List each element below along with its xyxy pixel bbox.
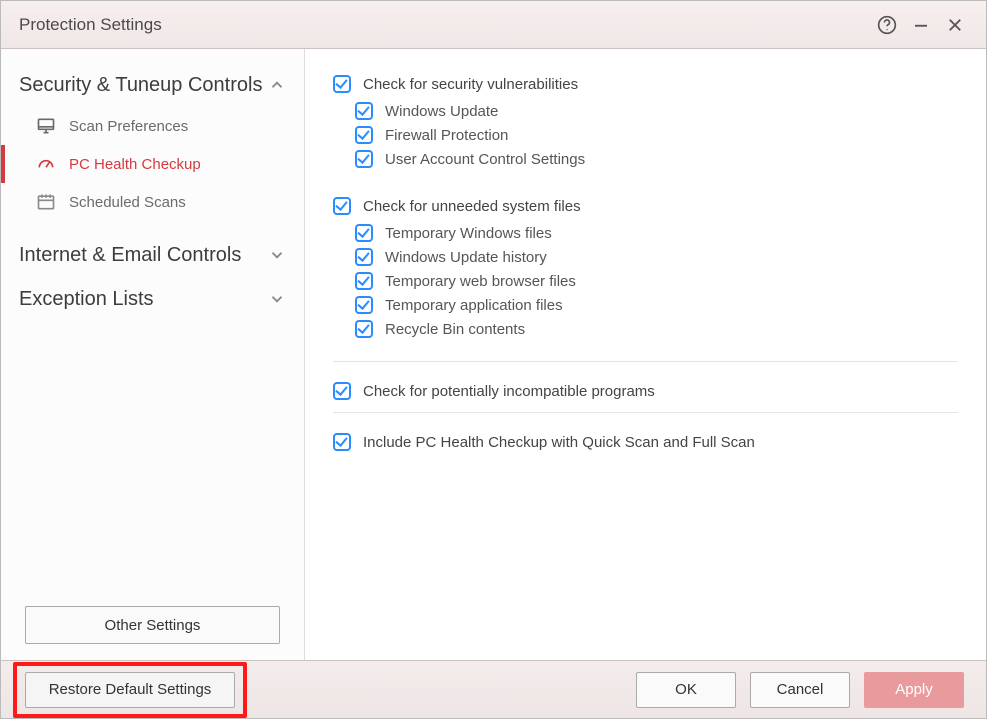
chevron-down-icon [268,290,286,308]
checkbox-security-vulnerabilities[interactable] [333,75,351,93]
checkbox-label: Temporary web browser files [385,273,576,290]
checkbox-row: Firewall Protection [333,123,958,147]
sidebar-item-scheduled-scans[interactable]: Scheduled Scans [1,183,304,221]
sidebar: Security & Tuneup Controls Scan Preferen… [1,49,305,660]
checkbox-row: Windows Update history [333,245,958,269]
group-unneeded-files: Check for unneeded system files Temporar… [333,191,958,353]
chevron-down-icon [268,246,286,264]
divider [333,361,958,362]
checkbox-label: Firewall Protection [385,127,508,144]
gauge-icon [33,153,59,175]
checkbox-uac-settings[interactable] [355,150,373,168]
checkbox-unneeded-files[interactable] [333,197,351,215]
monitor-icon [33,115,59,137]
sidebar-item-scan-preferences[interactable]: Scan Preferences [1,107,304,145]
checkbox-label: Check for security vulnerabilities [363,76,578,93]
checkbox-row: Temporary web browser files [333,269,958,293]
checkbox-temp-windows-files[interactable] [355,224,373,242]
restore-defaults-highlight: Restore Default Settings [13,662,247,718]
group-security-vulnerabilities: Check for security vulnerabilities Windo… [333,69,958,183]
checkbox-label: Temporary application files [385,297,563,314]
calendar-icon [33,191,59,213]
checkbox-label: Recycle Bin contents [385,321,525,338]
checkbox-windows-update-history[interactable] [355,248,373,266]
ok-button[interactable]: OK [636,672,736,708]
checkbox-row: Check for security vulnerabilities [333,69,958,99]
sidebar-section-internet-email[interactable]: Internet & Email Controls [1,233,304,277]
checkbox-label: Check for unneeded system files [363,198,581,215]
sidebar-section-security-tuneup[interactable]: Security & Tuneup Controls [1,63,304,107]
sidebar-item-label: PC Health Checkup [69,156,201,173]
main-panel: Check for security vulnerabilities Windo… [305,49,986,660]
checkbox-temp-app-files[interactable] [355,296,373,314]
sidebar-item-label: Scan Preferences [69,118,188,135]
checkbox-label: Windows Update history [385,249,547,266]
sidebar-section-title: Internet & Email Controls [19,243,268,267]
checkbox-row: Check for unneeded system files [333,191,958,221]
sidebar-section-title: Security & Tuneup Controls [19,73,268,97]
checkbox-temp-browser-files[interactable] [355,272,373,290]
checkbox-row: Check for potentially incompatible progr… [333,376,958,406]
checkbox-label: Temporary Windows files [385,225,552,242]
window: Protection Settings Security & Tuneup Co… [0,0,987,719]
sidebar-section-title: Exception Lists [19,287,268,311]
restore-defaults-button[interactable]: Restore Default Settings [25,672,235,708]
checkbox-row: Recycle Bin contents [333,317,958,341]
checkbox-include-health-checkup[interactable] [333,433,351,451]
apply-button[interactable]: Apply [864,672,964,708]
checkbox-label: User Account Control Settings [385,151,585,168]
sidebar-item-pc-health-checkup[interactable]: PC Health Checkup [1,145,304,183]
checkbox-recycle-bin[interactable] [355,320,373,338]
minimize-icon [912,16,930,34]
checkbox-label: Include PC Health Checkup with Quick Sca… [363,434,755,451]
checkbox-windows-update[interactable] [355,102,373,120]
close-button[interactable] [938,8,972,42]
other-settings-button[interactable]: Other Settings [25,606,280,644]
body: Security & Tuneup Controls Scan Preferen… [1,49,986,660]
checkbox-row: Include PC Health Checkup with Quick Sca… [333,427,958,457]
checkbox-label: Windows Update [385,103,498,120]
minimize-button[interactable] [904,8,938,42]
checkbox-row: User Account Control Settings [333,147,958,171]
help-icon [877,15,897,35]
cancel-button[interactable]: Cancel [750,672,850,708]
chevron-up-icon [268,76,286,94]
checkbox-row: Windows Update [333,99,958,123]
checkbox-label: Check for potentially incompatible progr… [363,383,655,400]
footer: Restore Default Settings OK Cancel Apply [1,660,986,718]
sidebar-section-exception-lists[interactable]: Exception Lists [1,277,304,321]
close-icon [946,16,964,34]
checkbox-firewall-protection[interactable] [355,126,373,144]
checkbox-row: Temporary Windows files [333,221,958,245]
divider [333,412,958,413]
help-button[interactable] [870,8,904,42]
sidebar-item-label: Scheduled Scans [69,194,186,211]
checkbox-incompatible-programs[interactable] [333,382,351,400]
titlebar: Protection Settings [1,1,986,49]
checkbox-row: Temporary application files [333,293,958,317]
window-title: Protection Settings [19,15,162,35]
